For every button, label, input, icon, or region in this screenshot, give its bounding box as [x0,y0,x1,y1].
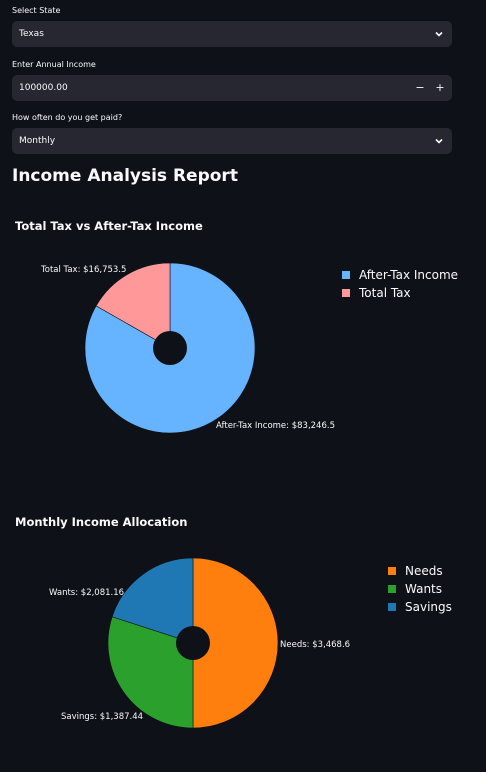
legend-swatch [388,585,396,593]
income-input[interactable]: 100000.00 − + [12,75,452,101]
chevron-down-icon [435,138,443,144]
legend-item-needs: Needs [388,562,452,580]
increment-button[interactable]: + [430,75,450,101]
pie-center-hole [153,331,187,365]
pay-frequency-select[interactable]: Monthly [12,128,452,154]
income-input-value: 100000.00 [19,83,68,93]
chart-title-tax: Total Tax vs After-Tax Income [15,219,203,233]
legend-swatch [342,271,350,279]
legend-item-wants: Wants [388,580,452,598]
pay-frequency-value: Monthly [19,136,56,146]
pie-center-hole [176,626,210,660]
report-title: Income Analysis Report [12,166,238,186]
allocation-legend: Needs Wants Savings [388,562,452,616]
pay-frequency-label: How often do you get paid? [12,113,123,122]
slice-label-wants: Wants: $2,081.16 [49,588,124,598]
state-select-value: Texas [19,29,44,39]
slice-label-needs: Needs: $3,468.6 [280,640,350,650]
legend-swatch [342,289,350,297]
income-label: Enter Annual Income [12,60,96,69]
decrement-button[interactable]: − [410,75,430,101]
state-label: Select State [12,6,61,15]
tax-legend: After-Tax Income Total Tax [342,266,458,302]
slice-label-savings: Savings: $1,387.44 [61,712,143,722]
legend-label: Savings [405,600,452,614]
legend-label: Total Tax [359,286,411,300]
slice-label-total-tax: Total Tax: $16,753.5 [40,265,126,275]
legend-label: Wants [405,582,443,596]
legend-label: Needs [405,564,443,578]
legend-item-after-tax-income: After-Tax Income [342,266,458,284]
slice-label-after-tax-income: After-Tax Income: $83,246.5 [216,421,335,431]
legend-swatch [388,603,396,611]
legend-swatch [388,567,396,575]
chart-title-allocation: Monthly Income Allocation [15,515,188,529]
legend-item-savings: Savings [388,598,452,616]
state-select[interactable]: Texas [12,21,452,47]
legend-label: After-Tax Income [359,268,459,282]
legend-item-total-tax: Total Tax [342,284,458,302]
chevron-down-icon [435,31,443,37]
